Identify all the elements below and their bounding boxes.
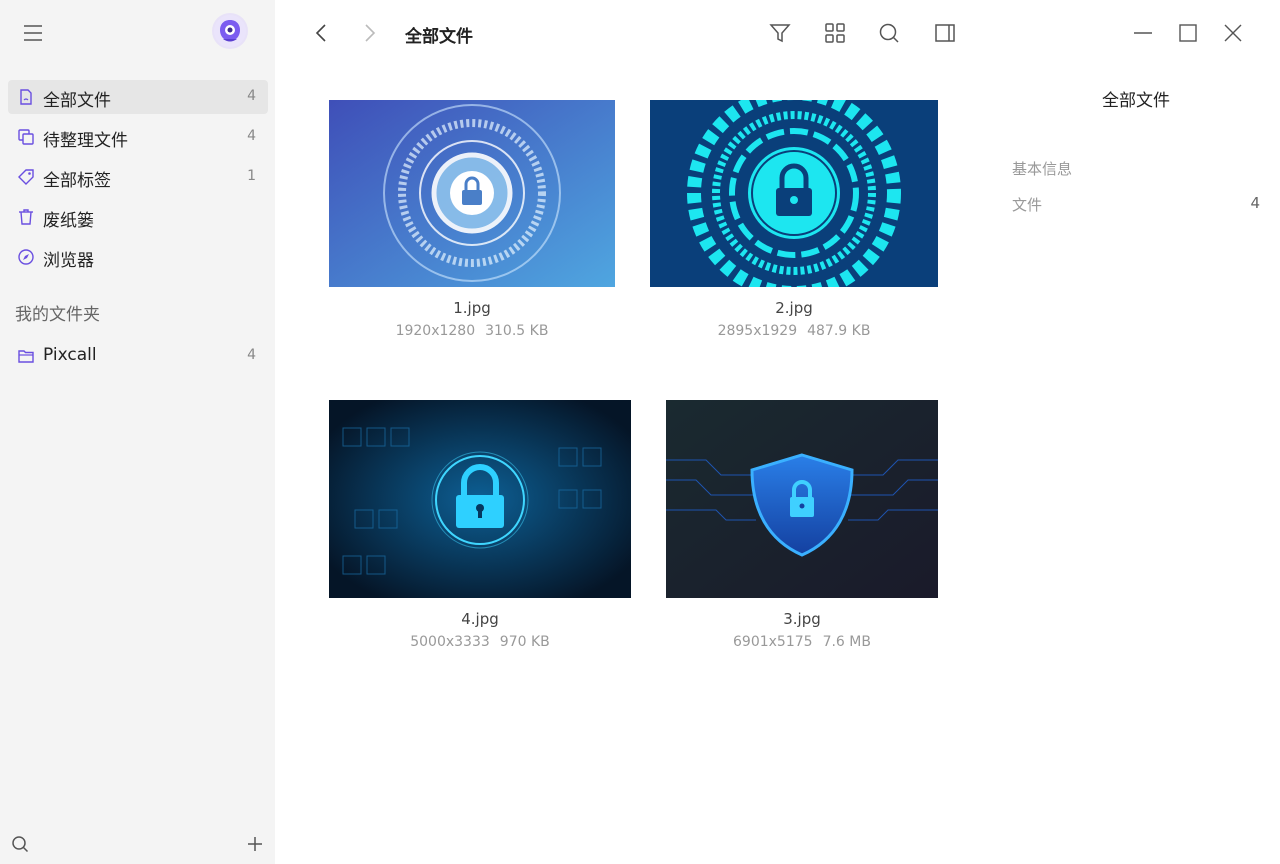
file-dimensions: 2895x1929 — [717, 323, 798, 339]
grid-view-icon[interactable] — [824, 22, 846, 44]
app-logo-icon — [214, 15, 246, 47]
thumbnail-image[interactable] — [329, 400, 631, 598]
tag-icon — [18, 169, 34, 185]
maximize-icon[interactable] — [1177, 22, 1199, 44]
file-size: 7.6 MB — [822, 634, 871, 650]
forward-icon[interactable] — [358, 22, 380, 44]
trash-icon — [19, 209, 33, 225]
sidebar-item-trash[interactable]: 废纸篓 — [8, 200, 268, 234]
file-dimensions: 1920x1280 — [395, 323, 476, 339]
sidebar-item-unsorted-files[interactable]: 待整理文件 4 — [8, 120, 268, 154]
document-icon — [20, 89, 32, 105]
minimize-icon[interactable] — [1132, 22, 1154, 44]
file-meta: 5000x3333 970 KB — [329, 634, 631, 650]
sidebar-item-all-files[interactable]: 全部文件 4 — [8, 80, 268, 114]
search-icon[interactable] — [11, 835, 29, 853]
page-title: 全部文件 — [405, 27, 473, 47]
file-meta: 2895x1929 487.9 KB — [650, 323, 938, 339]
sidebar-item-label: 全部标签 — [43, 171, 111, 191]
sidebar-item-label: 全部文件 — [43, 91, 111, 111]
sidebar: 全部文件 4 待整理文件 4 全部标签 1 废纸篓 浏览器 我的文件夹 Pixc… — [0, 0, 275, 864]
folder-icon — [18, 350, 34, 363]
info-panel-title: 全部文件 — [1102, 91, 1170, 111]
info-file-count-label: 文件 — [1012, 196, 1043, 214]
sidebar-panel-icon[interactable] — [934, 22, 956, 44]
avatar[interactable] — [212, 13, 248, 49]
sidebar-item-label: 废纸篓 — [43, 211, 94, 231]
sidebar-item-count: 1 — [247, 168, 256, 184]
file-size: 487.9 KB — [807, 323, 871, 339]
filter-icon[interactable] — [769, 22, 791, 44]
thumbnail-image[interactable] — [650, 100, 938, 287]
file-meta: 1920x1280 310.5 KB — [329, 323, 615, 339]
sidebar-item-label: 浏览器 — [43, 251, 94, 271]
sidebar-folder-pixcall[interactable]: Pixcall 4 — [8, 339, 268, 373]
sidebar-item-label: 待整理文件 — [43, 131, 128, 151]
copy-icon — [18, 129, 34, 145]
file-size: 310.5 KB — [485, 323, 549, 339]
close-icon[interactable] — [1222, 22, 1244, 44]
menu-icon[interactable] — [22, 22, 44, 44]
compass-icon — [18, 249, 34, 265]
sidebar-item-count: 4 — [247, 128, 256, 144]
sidebar-item-all-tags[interactable]: 全部标签 1 — [8, 160, 268, 194]
file-name: 2.jpg — [775, 299, 813, 317]
file-dimensions: 5000x3333 — [410, 634, 490, 650]
add-icon[interactable] — [246, 835, 264, 853]
back-icon[interactable] — [311, 22, 333, 44]
file-name: 3.jpg — [783, 610, 821, 628]
sidebar-item-count: 4 — [247, 347, 256, 363]
folders-section-title: 我的文件夹 — [15, 305, 100, 325]
file-name: 4.jpg — [461, 610, 499, 628]
info-file-count-value: 4 — [1250, 194, 1260, 212]
file-meta: 6901x5175 7.6 MB — [666, 634, 938, 650]
sidebar-item-label: Pixcall — [43, 345, 97, 365]
sidebar-item-count: 4 — [247, 88, 256, 104]
thumbnail-image[interactable] — [329, 100, 615, 287]
info-section-title: 基本信息 — [1012, 160, 1073, 178]
thumbnail-image[interactable] — [666, 400, 938, 598]
file-dimensions: 6901x5175 — [733, 634, 813, 650]
sidebar-item-browser[interactable]: 浏览器 — [8, 240, 268, 274]
search-icon[interactable] — [878, 22, 900, 44]
file-size: 970 KB — [499, 634, 550, 650]
file-name: 1.jpg — [453, 299, 491, 317]
